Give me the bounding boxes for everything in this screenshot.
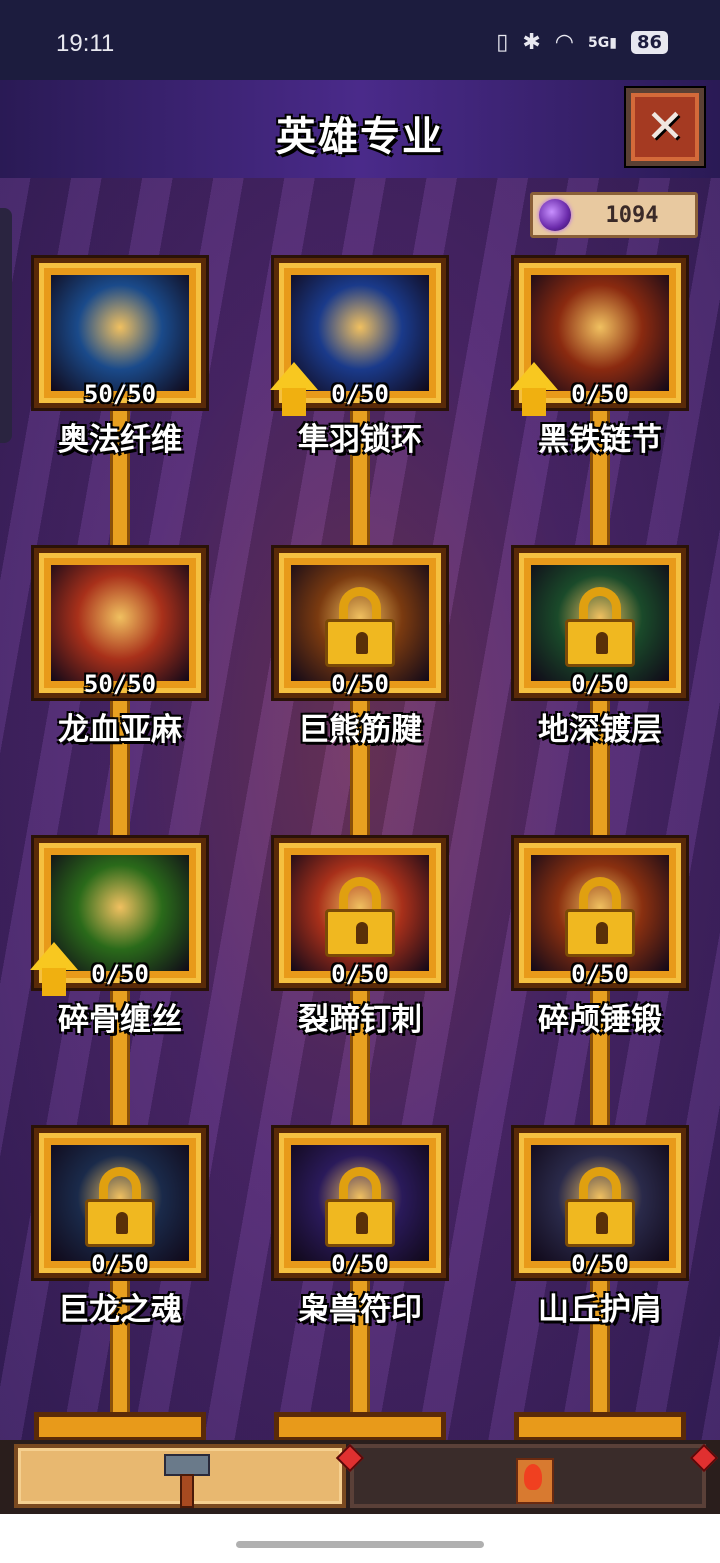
- lock-icon: [85, 1167, 155, 1247]
- scroll-icon: [510, 1454, 556, 1504]
- wifi-icon: ◠: [554, 30, 574, 55]
- lock-icon: [325, 587, 395, 667]
- upgrade-arrow-icon: [510, 362, 558, 418]
- currency-value: 1094: [605, 203, 659, 228]
- skill-name: 龙血亚麻: [58, 712, 182, 748]
- header: 英雄专业: [0, 80, 720, 181]
- skill-art: [531, 855, 669, 971]
- skill-name: 黑铁链节: [538, 422, 662, 458]
- bottom-tab-bar: [0, 1440, 720, 1514]
- close-button[interactable]: ✕: [626, 88, 704, 166]
- skill-progress: 50/50: [83, 670, 157, 698]
- skill-name: 枭兽符印: [298, 1292, 422, 1328]
- skill-progress: 0/50: [571, 1250, 629, 1278]
- upgrade-arrow-icon: [270, 362, 318, 418]
- purple-orb-icon: [539, 199, 571, 231]
- skill-name: 隼羽锁环: [298, 422, 422, 458]
- skill-progress: 0/50: [331, 1250, 389, 1278]
- lock-icon: [565, 1167, 635, 1247]
- skill-name: 碎骨缠丝: [58, 1002, 182, 1038]
- home-indicator[interactable]: [236, 1541, 484, 1548]
- status-icons: ▯ ✱ ◠ 5G▮ 86: [496, 30, 668, 55]
- skill-progress: 0/50: [571, 670, 629, 698]
- skill-progress: 0/50: [571, 960, 629, 988]
- skill-name: 地深镀层: [538, 712, 662, 748]
- hammer-icon: [160, 1452, 210, 1508]
- page-title: 英雄专业: [276, 114, 444, 160]
- skill-art: [531, 1145, 669, 1261]
- skill-name: 巨龙之魂: [58, 1292, 182, 1328]
- skill-name: 巨熊筋腱: [298, 712, 422, 748]
- skill-art: [291, 1145, 429, 1261]
- tab-scroll[interactable]: [350, 1444, 706, 1508]
- skill-art: [51, 565, 189, 681]
- bluetooth-icon: ✱: [522, 30, 541, 55]
- skill-progress: 0/50: [331, 670, 389, 698]
- lock-icon: [565, 587, 635, 667]
- skill-frame-partial: [514, 1412, 686, 1442]
- lock-icon: [565, 877, 635, 957]
- skill-progress: 0/50: [91, 1250, 149, 1278]
- lock-icon: [325, 1167, 395, 1247]
- edge-handle[interactable]: [0, 208, 12, 443]
- skill-progress: 50/50: [83, 380, 157, 408]
- skill-art: [51, 1145, 189, 1261]
- skill-art: [291, 565, 429, 681]
- status-time: 19:11: [56, 30, 115, 57]
- skill-name: 奥法纤维: [58, 422, 182, 458]
- skill-name: 碎颅锤锻: [538, 1002, 662, 1038]
- close-icon: ✕: [645, 99, 685, 153]
- signal-5g-icon: 5G▮: [587, 34, 617, 51]
- system-nav-bar: [0, 1514, 720, 1563]
- status-bar: 19:11 ▯ ✱ ◠ 5G▮ 86: [0, 0, 720, 80]
- skill-art: [531, 565, 669, 681]
- skill-art: [291, 855, 429, 971]
- battery-icon: 86: [630, 31, 668, 54]
- skill-progress: 0/50: [331, 960, 389, 988]
- lock-icon: [325, 877, 395, 957]
- currency-display: 1094: [530, 192, 698, 238]
- skill-name: 山丘护肩: [538, 1292, 662, 1328]
- skill-frame-partial: [34, 1412, 206, 1442]
- vibrate-icon: ▯: [496, 30, 509, 55]
- skill-frame-partial: [274, 1412, 446, 1442]
- skill-name: 裂蹄钉刺: [298, 1002, 422, 1038]
- skill-art: [51, 275, 189, 391]
- tab-hero-specialization[interactable]: [14, 1444, 346, 1508]
- upgrade-arrow-icon: [30, 942, 78, 998]
